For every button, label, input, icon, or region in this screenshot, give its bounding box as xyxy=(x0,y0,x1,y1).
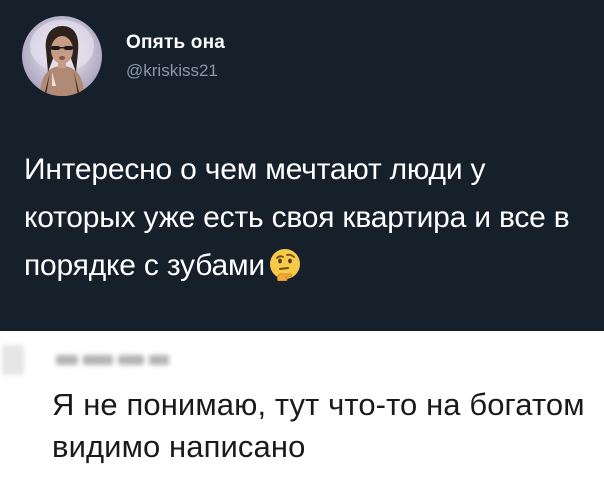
tweet-card: Опять она @kriskiss21 Интересно о чем ме… xyxy=(0,0,604,331)
thinking-face-icon xyxy=(268,247,302,282)
avatar-portrait-icon xyxy=(30,20,94,96)
commenter-name-blurred xyxy=(56,352,178,366)
tweet-body: Интересно о чем мечтают люди у которых у… xyxy=(24,146,594,290)
author-handle[interactable]: @kriskiss21 xyxy=(126,61,218,81)
author-display-name[interactable]: Опять она xyxy=(126,32,225,54)
author-avatar[interactable] xyxy=(22,16,102,96)
commenter-avatar-blurred xyxy=(2,345,24,375)
comment-text: Я не понимаю, тут что-то на богатом види… xyxy=(52,387,585,464)
